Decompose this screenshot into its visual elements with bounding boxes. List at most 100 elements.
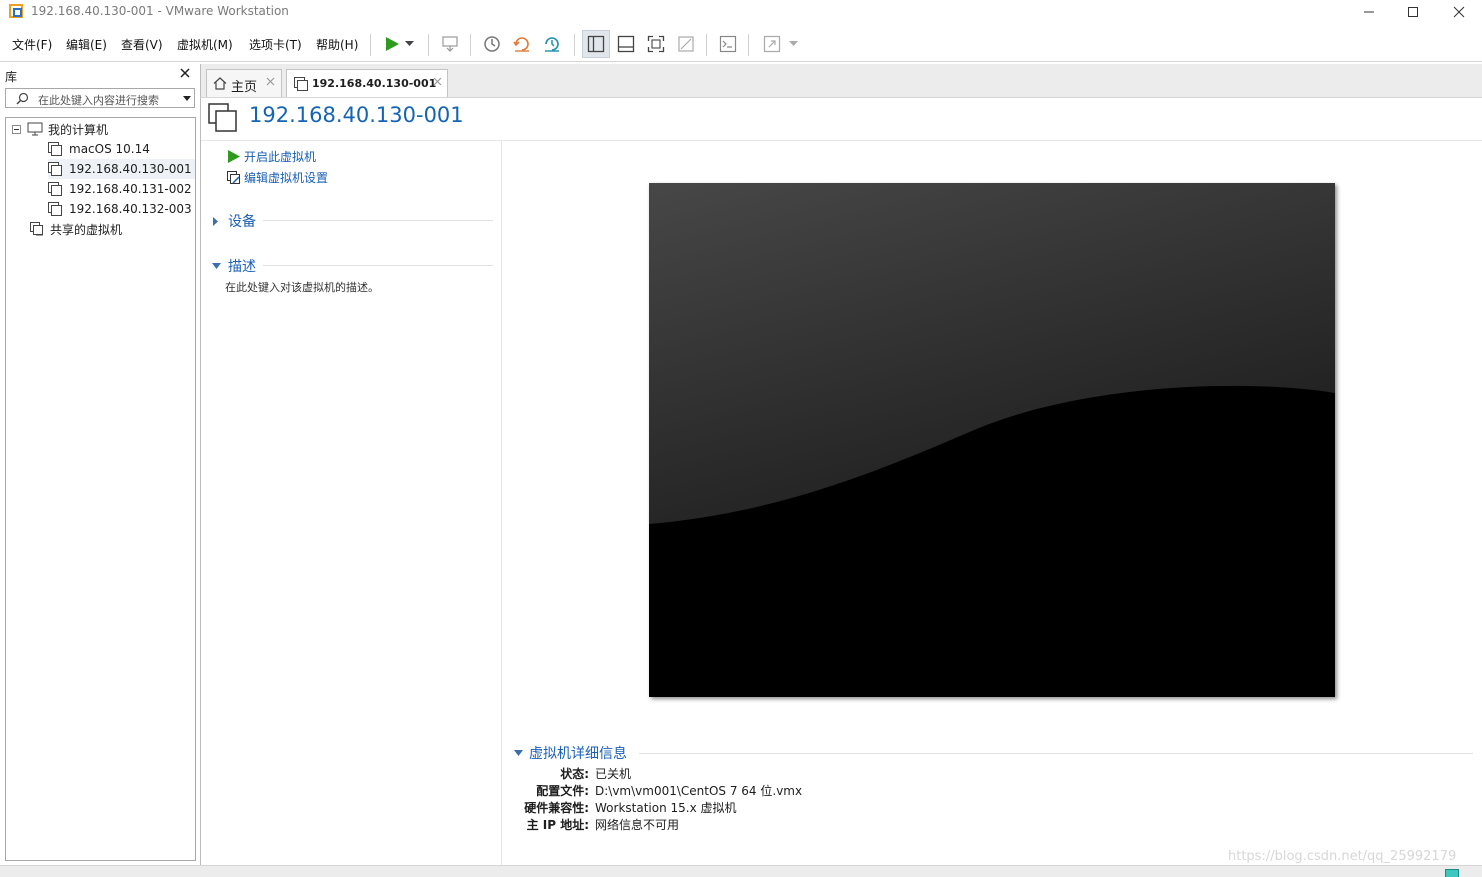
chevron-down-icon [788,41,798,46]
toolbar-separator [574,34,575,56]
library-close-button[interactable] [180,67,190,82]
menu-file[interactable]: 文件(F) [12,36,52,53]
detail-value: 网络信息不可用 [595,818,680,832]
vm-icon [48,162,62,176]
play-icon [228,150,240,163]
description-text[interactable]: 在此处键入对该虚拟机的描述。 [225,279,379,295]
detail-value: D:\vm\vm001\CentOS 7 64 位.vmx [595,784,803,798]
tree-node-shared-vms[interactable]: 共享的虚拟机 [30,219,122,239]
close-window-button[interactable] [1436,0,1482,24]
revert-icon [513,37,529,52]
full-screen-button[interactable] [642,30,670,58]
power-on-vm-link[interactable]: 开启此虚拟机 [227,148,316,165]
toolbar-separator [470,34,471,56]
section-divider [263,220,493,221]
chevron-right-icon [213,216,218,226]
thumbnail-bar-icon [617,35,635,53]
window-title: 192.168.40.130-001 - VMware Workstation [31,4,289,18]
tree-label: 我的计算机 [48,122,109,137]
snapshot-icon [484,36,500,52]
revert-snapshot-button[interactable] [508,30,536,58]
snapshot-manager-button[interactable] [538,30,566,58]
play-icon [386,37,399,51]
detail-key: 状态: [560,767,589,781]
toolbar-separator [748,34,749,56]
edit-vm-settings-link[interactable]: 编辑虚拟机设置 [227,169,328,186]
stretch-icon [763,35,781,53]
menu-help[interactable]: 帮助(H) [316,36,358,53]
console-view-button[interactable] [714,30,742,58]
chevron-down-icon[interactable] [183,96,191,101]
title-bar: 192.168.40.130-001 - VMware Workstation [0,0,1482,24]
detail-value: Workstation 15.x 虚拟机 [595,801,737,815]
vm-icon [48,202,62,216]
collapse-icon[interactable] [12,124,21,134]
unity-button[interactable] [672,30,700,58]
detail-value: 已关机 [595,767,632,781]
section-divider [263,265,493,266]
library-header: 库 [0,64,198,86]
chevron-down-icon [514,749,523,756]
tree-label: macOS 10.14 [69,142,150,156]
tree-item-vm[interactable]: 192.168.40.132-003 [48,199,192,219]
show-thumbnail-bar-button[interactable] [612,30,640,58]
tab-label: 192.168.40.130-001 [312,77,437,90]
vm-details-section-header[interactable]: 虚拟机详细信息 [514,743,627,763]
unity-icon [678,36,694,52]
stretch-guest-button[interactable] [758,30,786,58]
tab-vm[interactable]: 192.168.40.130-001 [286,69,448,97]
tab-close-button[interactable] [433,75,442,89]
chevron-down-icon [404,41,414,46]
full-screen-icon [647,35,665,53]
chevron-down-icon [212,262,221,269]
vmware-app-icon [9,4,23,18]
toolbar-separator [370,34,371,56]
menu-tabs[interactable]: 选项卡(T) [249,36,302,53]
detail-key: 主 IP 地址: [526,818,589,832]
tab-close-button[interactable] [266,75,275,89]
description-section-header[interactable]: 描述 [212,256,256,276]
maximize-icon [1408,7,1418,17]
header-divider [201,140,1482,141]
home-icon [213,77,227,90]
snapshot-manager-icon [545,37,559,52]
devices-section-header[interactable]: 设备 [212,211,256,231]
toolbar-separator [706,34,707,56]
pane-divider [501,141,502,866]
vm-screen-preview[interactable] [649,183,1335,697]
stretch-dropdown[interactable] [784,30,802,58]
edit-settings-icon [227,170,240,184]
tab-strip: 主页 192.168.40.130-001 [200,64,1482,97]
shared-vm-icon [30,222,43,236]
send-ctrl-alt-del-button[interactable] [436,30,464,58]
tree-label: 共享的虚拟机 [50,222,123,237]
search-icon [16,92,29,105]
menu-edit[interactable]: 编辑(E) [66,36,107,53]
tree-item-vm-selected[interactable]: 192.168.40.130-001 [48,159,195,179]
tree-item-vm[interactable]: 192.168.40.131-002 [48,179,192,199]
tree-node-my-computer[interactable]: 我的计算机 [12,119,108,139]
maximize-button[interactable] [1390,0,1436,24]
close-icon [180,68,190,78]
tab-home[interactable]: 主页 [206,69,282,97]
computer-icon [27,122,43,136]
minimize-button[interactable] [1346,0,1392,24]
tree-label: 192.168.40.132-003 [69,202,192,216]
menu-view[interactable]: 查看(V) [121,36,163,53]
vm-summary-page: 192.168.40.130-001 开启此虚拟机 编辑虚拟机设置 设备 描述 … [200,97,1482,866]
library-tree: 我的计算机 macOS 10.14 192.168.40.130-001 192… [5,117,196,861]
power-dropdown[interactable] [400,30,418,58]
keyboard-send-icon [442,36,458,52]
snapshot-button[interactable] [478,30,506,58]
vm-icon [48,182,62,196]
status-bar [0,865,1482,877]
tree-item-vm[interactable]: macOS 10.14 [48,139,150,159]
action-label: 编辑虚拟机设置 [244,171,329,185]
details-title: 虚拟机详细信息 [529,746,627,762]
menu-vm[interactable]: 虚拟机(M) [177,36,233,53]
message-log-indicator[interactable] [1445,869,1459,877]
tree-label: 192.168.40.131-002 [69,182,192,196]
library-search-input[interactable]: 在此处键入内容进行搜索 [5,88,195,108]
show-library-button[interactable] [582,30,610,58]
menu-toolbar: 文件(F) 编辑(E) 查看(V) 虚拟机(M) 选项卡(T) 帮助(H) [0,26,1482,62]
